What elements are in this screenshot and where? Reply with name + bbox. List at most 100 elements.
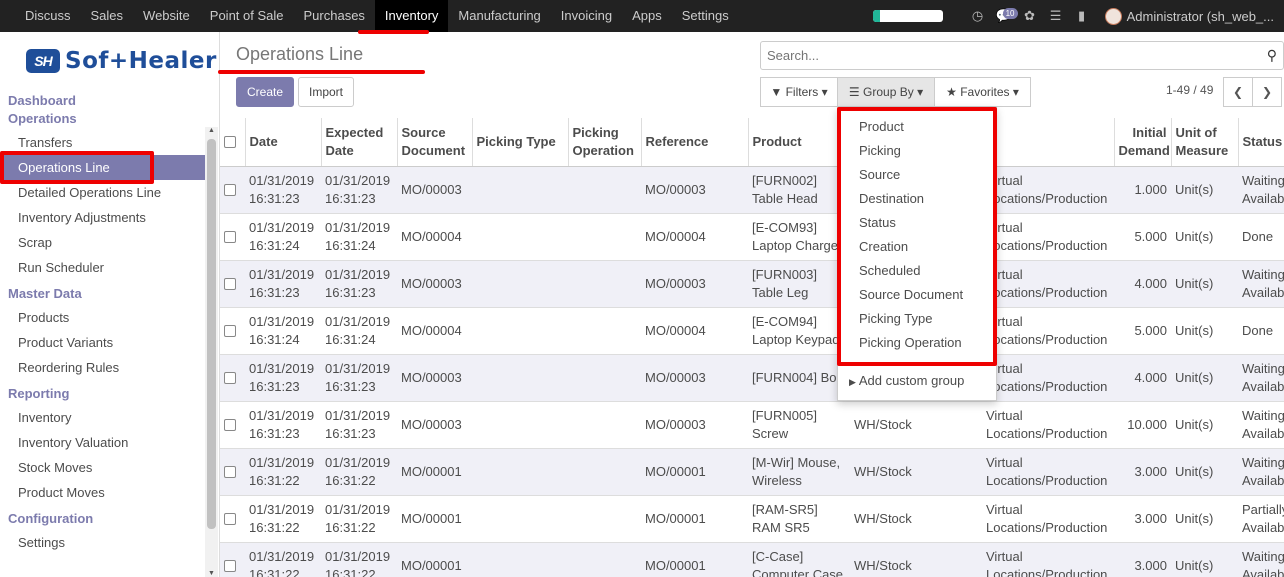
scroll-down-icon[interactable]: ▼: [205, 570, 218, 577]
menu-item-website[interactable]: Website: [133, 0, 200, 32]
menu-item-settings[interactable]: Settings: [672, 0, 739, 32]
table-row[interactable]: 01/31/2019 16:31:22 01/31/2019 16:31:22 MO…: [220, 447, 1284, 495]
sidebar-item-inventory-valuation[interactable]: Inventory Valuation: [0, 430, 205, 455]
table-row[interactable]: 01/31/2019 16:31:22 01/31/2019 16:31:22 MO…: [220, 494, 1284, 542]
chevron-left-icon: ❮: [1232, 85, 1244, 99]
sidebar-section-master-data: Master Data: [8, 286, 82, 301]
column-header[interactable]: Date: [244, 118, 321, 167]
favorites-button[interactable]: ★ Favorites ▾: [934, 77, 1031, 107]
table-cell: Waiting Availability: [1238, 165, 1284, 213]
column-header[interactable]: Status: [1237, 118, 1284, 167]
table-cell: MO/00003: [641, 165, 748, 213]
menu-item-inventory[interactable]: Inventory: [374, 0, 449, 32]
sidebar-item-scrap[interactable]: Scrap: [0, 230, 205, 255]
menu-item-discuss[interactable]: Discuss: [15, 0, 81, 32]
create-button[interactable]: Create: [236, 77, 294, 107]
table-cell: 01/31/2019 16:31:23: [321, 259, 397, 307]
pager-previous[interactable]: ❮: [1223, 77, 1253, 107]
sidebar-item-settings[interactable]: Settings: [0, 530, 205, 555]
table-cell: 01/31/2019 16:31:23: [245, 259, 321, 307]
row-checkbox-cell[interactable]: [220, 494, 245, 542]
row-checkbox[interactable]: [224, 372, 236, 385]
table-row[interactable]: 01/31/2019 16:31:24 01/31/2019 16:31:24 MO…: [220, 306, 1284, 354]
scroll-up-icon[interactable]: ▲: [205, 127, 218, 134]
row-checkbox-cell[interactable]: [220, 306, 245, 354]
scroll-thumb[interactable]: [207, 139, 216, 529]
group-by-button[interactable]: ☰ Group By ▾: [837, 77, 935, 107]
table-row[interactable]: 01/31/2019 16:31:24 01/31/2019 16:31:24 MO…: [220, 212, 1284, 260]
sidebar-item-reordering-rules[interactable]: Reordering Rules: [0, 355, 205, 380]
pager-value[interactable]: 1-49 / 49: [1166, 83, 1213, 97]
row-checkbox[interactable]: [224, 513, 236, 526]
chat-icon[interactable]: 💬10: [991, 0, 1018, 32]
table-cell: Unit(s): [1171, 447, 1238, 495]
menu-item-manufacturing[interactable]: Manufacturing: [448, 0, 550, 32]
row-checkbox-cell[interactable]: [220, 165, 245, 213]
select-all-checkbox-cell[interactable]: [220, 118, 245, 167]
avatar[interactable]: [1104, 7, 1122, 25]
search-input[interactable]: [767, 42, 1247, 68]
sidebar-item-inventory[interactable]: Inventory: [0, 405, 205, 430]
clock-icon[interactable]: ◷: [965, 0, 991, 32]
menu-item-purchases[interactable]: Purchases: [294, 0, 375, 32]
column-header[interactable]: Reference: [640, 118, 748, 167]
table-row[interactable]: 01/31/2019 16:31:23 01/31/2019 16:31:23 MO…: [220, 165, 1284, 213]
bars-icon: ☰: [848, 85, 860, 99]
table-row[interactable]: 01/31/2019 16:31:23 01/31/2019 16:31:23 MO…: [220, 400, 1284, 448]
caret-icon: ▾: [1012, 85, 1019, 99]
table-row[interactable]: 01/31/2019 16:31:23 01/31/2019 16:31:23 MO…: [220, 353, 1284, 401]
table-cell: [FURN005] Screw: [748, 400, 850, 448]
sidebar-item-product-variants[interactable]: Product Variants: [0, 330, 205, 355]
row-checkbox[interactable]: [224, 278, 236, 291]
table-cell: Waiting Availability: [1238, 447, 1284, 495]
row-checkbox-cell[interactable]: [220, 212, 245, 260]
sidebar-item-products[interactable]: Products: [0, 305, 205, 330]
column-header[interactable]: Product: [747, 118, 850, 167]
import-button[interactable]: Import: [298, 77, 354, 107]
menu-item-apps[interactable]: Apps: [622, 0, 672, 32]
sidebar-item-run-scheduler[interactable]: Run Scheduler: [0, 255, 205, 280]
column-header[interactable]: Source Document: [396, 118, 472, 167]
row-checkbox[interactable]: [224, 184, 236, 197]
row-checkbox[interactable]: [224, 231, 236, 244]
pager-next[interactable]: ❯: [1252, 77, 1282, 107]
select-all-checkbox[interactable]: [224, 136, 236, 149]
row-checkbox-cell[interactable]: [220, 400, 245, 448]
search-icon[interactable]: ⚲: [1267, 47, 1277, 64]
row-checkbox-cell[interactable]: [220, 259, 245, 307]
row-checkbox-cell[interactable]: [220, 447, 245, 495]
row-checkbox[interactable]: [224, 466, 236, 479]
table-row[interactable]: 01/31/2019 16:31:22 01/31/2019 16:31:22 MO…: [220, 541, 1284, 577]
filters-label: Filters: [785, 85, 819, 99]
row-checkbox[interactable]: [224, 419, 236, 432]
table-cell: 1.000: [1114, 165, 1171, 213]
menu-item-point-of-sale[interactable]: Point of Sale: [200, 0, 294, 32]
row-checkbox[interactable]: [224, 325, 236, 338]
sidebar-item-product-moves[interactable]: Product Moves: [0, 480, 205, 505]
column-header[interactable]: o: [981, 118, 1114, 167]
column-header[interactable]: Picking Type: [471, 118, 568, 167]
table-cell: 01/31/2019 16:31:23: [245, 353, 321, 401]
table-cell: 3.000: [1114, 541, 1171, 577]
column-header[interactable]: Picking Operation: [567, 118, 641, 167]
row-checkbox[interactable]: [224, 560, 236, 573]
row-checkbox-cell[interactable]: [220, 541, 245, 577]
row-checkbox-cell[interactable]: [220, 353, 245, 401]
sidebar-scrollbar[interactable]: ▲ ▼: [205, 127, 218, 577]
table-cell: 01/31/2019 16:31:23: [245, 400, 321, 448]
table-row[interactable]: 01/31/2019 16:31:23 01/31/2019 16:31:23 MO…: [220, 259, 1284, 307]
column-header[interactable]: Expected Date: [320, 118, 397, 167]
bookmark-icon[interactable]: ▮: [1069, 0, 1095, 32]
list-icon[interactable]: ☰: [1043, 0, 1069, 32]
bug-icon[interactable]: ✿: [1017, 0, 1043, 32]
add-custom-group[interactable]: ▶ Add custom group: [849, 373, 964, 388]
user-menu[interactable]: Administrator (sh_web_...: [1127, 9, 1274, 24]
filters-button[interactable]: ▼ Filters ▾: [760, 77, 838, 107]
menu-item-invoicing[interactable]: Invoicing: [551, 0, 622, 32]
sidebar-item-stock-moves[interactable]: Stock Moves: [0, 455, 205, 480]
sidebar-item-inventory-adjustments[interactable]: Inventory Adjustments: [0, 205, 205, 230]
column-header[interactable]: Initial Demand: [1113, 118, 1171, 167]
column-header[interactable]: Unit of Measure: [1170, 118, 1238, 167]
menu-item-sales[interactable]: Sales: [81, 0, 134, 32]
app-menu: Discuss Sales Website Point of Sale Purchase…: [15, 0, 739, 32]
